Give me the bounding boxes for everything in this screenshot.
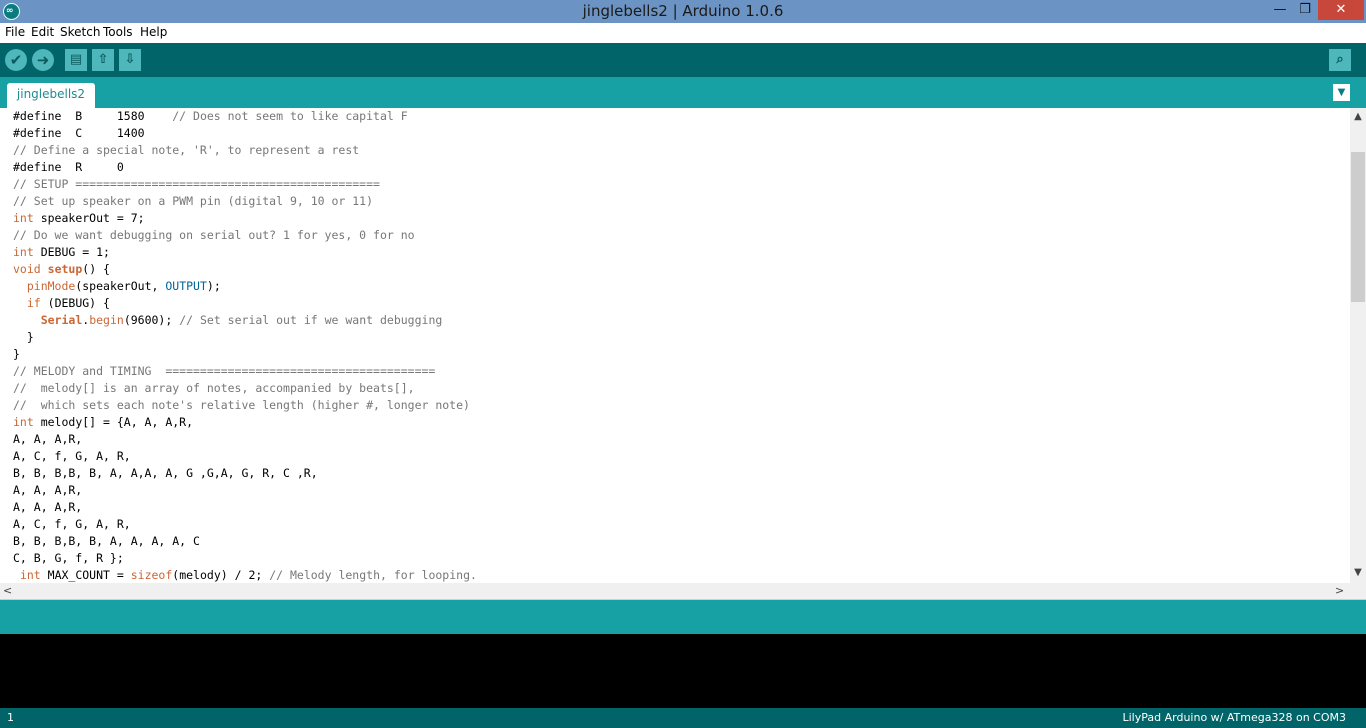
tab-menu-button[interactable]: ▼ xyxy=(1333,84,1350,101)
check-icon: ✔ xyxy=(9,51,23,69)
arrow-down-icon: ⇩ xyxy=(124,52,136,67)
scroll-down-icon[interactable]: ▼ xyxy=(1350,566,1366,580)
horizontal-scrollbar[interactable] xyxy=(0,583,1350,599)
chevron-down-icon: ▼ xyxy=(1337,87,1346,98)
code-line: #define R 0 xyxy=(13,160,124,174)
code-line: A, A, A,R, xyxy=(13,432,83,446)
status-bar xyxy=(0,600,1366,634)
tab-bar: jinglebells2 xyxy=(0,77,1366,108)
code-line: A, C, f, G, A, R, xyxy=(13,449,131,463)
vertical-scroll-thumb[interactable] xyxy=(1351,152,1365,302)
code-line: int DEBUG = 1; xyxy=(13,245,110,259)
code-line: A, C, f, G, A, R, xyxy=(13,517,131,531)
menu-sketch[interactable]: Sketch xyxy=(60,25,100,39)
open-button[interactable]: ⇧ xyxy=(92,49,114,71)
new-button[interactable]: ▤ xyxy=(65,49,87,71)
code-line: } xyxy=(13,347,20,361)
code-line: B, B, B,B, B, A, A, A, A, C xyxy=(13,534,200,548)
code-line: A, A, A,R, xyxy=(13,500,83,514)
code-line: int melody[] = {A, A, A,R, xyxy=(13,415,194,429)
scroll-up-icon[interactable]: ▲ xyxy=(1350,110,1366,124)
code-line: #define C 1400 xyxy=(13,126,145,140)
save-button[interactable]: ⇩ xyxy=(119,49,141,71)
verify-button[interactable]: ✔ xyxy=(5,49,27,71)
code-line: pinMode(speakerOut, OUTPUT); xyxy=(26,279,221,293)
code-line: void setup() { xyxy=(13,262,110,276)
code-line: // Set up speaker on a PWM pin (digital … xyxy=(13,194,374,208)
code-line: C, B, G, f, R }; xyxy=(13,551,124,565)
code-line: B, B, B,B, B, A, A,A, A, G ,G,A, G, R, C… xyxy=(13,466,318,480)
scroll-left-icon[interactable]: < xyxy=(3,583,15,599)
code-editor[interactable]: #define B 1580 // Does not seem to like … xyxy=(0,108,1350,583)
code-line: // Do we want debugging on serial out? 1… xyxy=(13,228,415,242)
arrow-up-icon: ⇧ xyxy=(97,52,109,67)
code-line: int speakerOut = 7; xyxy=(13,211,145,225)
menu-edit[interactable]: Edit xyxy=(31,25,54,39)
code-line: if (DEBUG) { xyxy=(26,296,110,310)
restore-button[interactable]: ❐ xyxy=(1292,0,1318,20)
magnifier-icon: ⌕ xyxy=(1336,52,1344,67)
code-line: // MELODY and TIMING ===================… xyxy=(13,364,436,378)
arrow-right-icon: ➜ xyxy=(36,51,50,69)
code-line: // SETUP ===============================… xyxy=(13,177,380,191)
code-line: int MAX_COUNT = sizeof(melody) / 2; // M… xyxy=(19,568,477,582)
toolbar: ✔ ➜ ▤ ⇧ ⇩ ⌕ xyxy=(0,43,1366,77)
serial-monitor-button[interactable]: ⌕ xyxy=(1329,49,1351,71)
menu-bar: File Edit Sketch Tools Help xyxy=(0,23,1366,43)
code-line: // Define a special note, 'R', to repres… xyxy=(13,143,360,157)
document-icon: ▤ xyxy=(69,52,83,67)
code-line: A, A, A,R, xyxy=(13,483,83,497)
scrollbar-corner xyxy=(1350,583,1366,599)
close-button[interactable]: ✕ xyxy=(1318,0,1364,20)
code-line: // which sets each note's relative lengt… xyxy=(13,398,470,412)
tab-jinglebells2[interactable]: jinglebells2 xyxy=(7,83,95,108)
upload-button[interactable]: ➜ xyxy=(32,49,54,71)
code-line: } xyxy=(13,330,34,344)
line-number: 1 xyxy=(7,711,14,724)
code-line: Serial.begin(9600); // Set serial out if… xyxy=(40,313,443,327)
menu-file[interactable]: File xyxy=(5,25,25,39)
code-line: #define B 1580 // Does not seem to like … xyxy=(13,109,408,123)
code-line: // melody[] is an array of notes, accomp… xyxy=(13,381,415,395)
window-title: jinglebells2 | Arduino 1.0.6 xyxy=(582,2,784,20)
minimize-button[interactable]: — xyxy=(1267,0,1293,20)
menu-help[interactable]: Help xyxy=(140,25,167,39)
menu-tools[interactable]: Tools xyxy=(103,25,133,39)
scroll-right-icon[interactable]: > xyxy=(1335,583,1347,599)
console-output[interactable] xyxy=(0,634,1366,708)
board-info: LilyPad Arduino w/ ATmega328 on COM3 xyxy=(1122,711,1347,724)
footer-bar: 1 LilyPad Arduino w/ ATmega328 on COM3 xyxy=(0,708,1366,728)
